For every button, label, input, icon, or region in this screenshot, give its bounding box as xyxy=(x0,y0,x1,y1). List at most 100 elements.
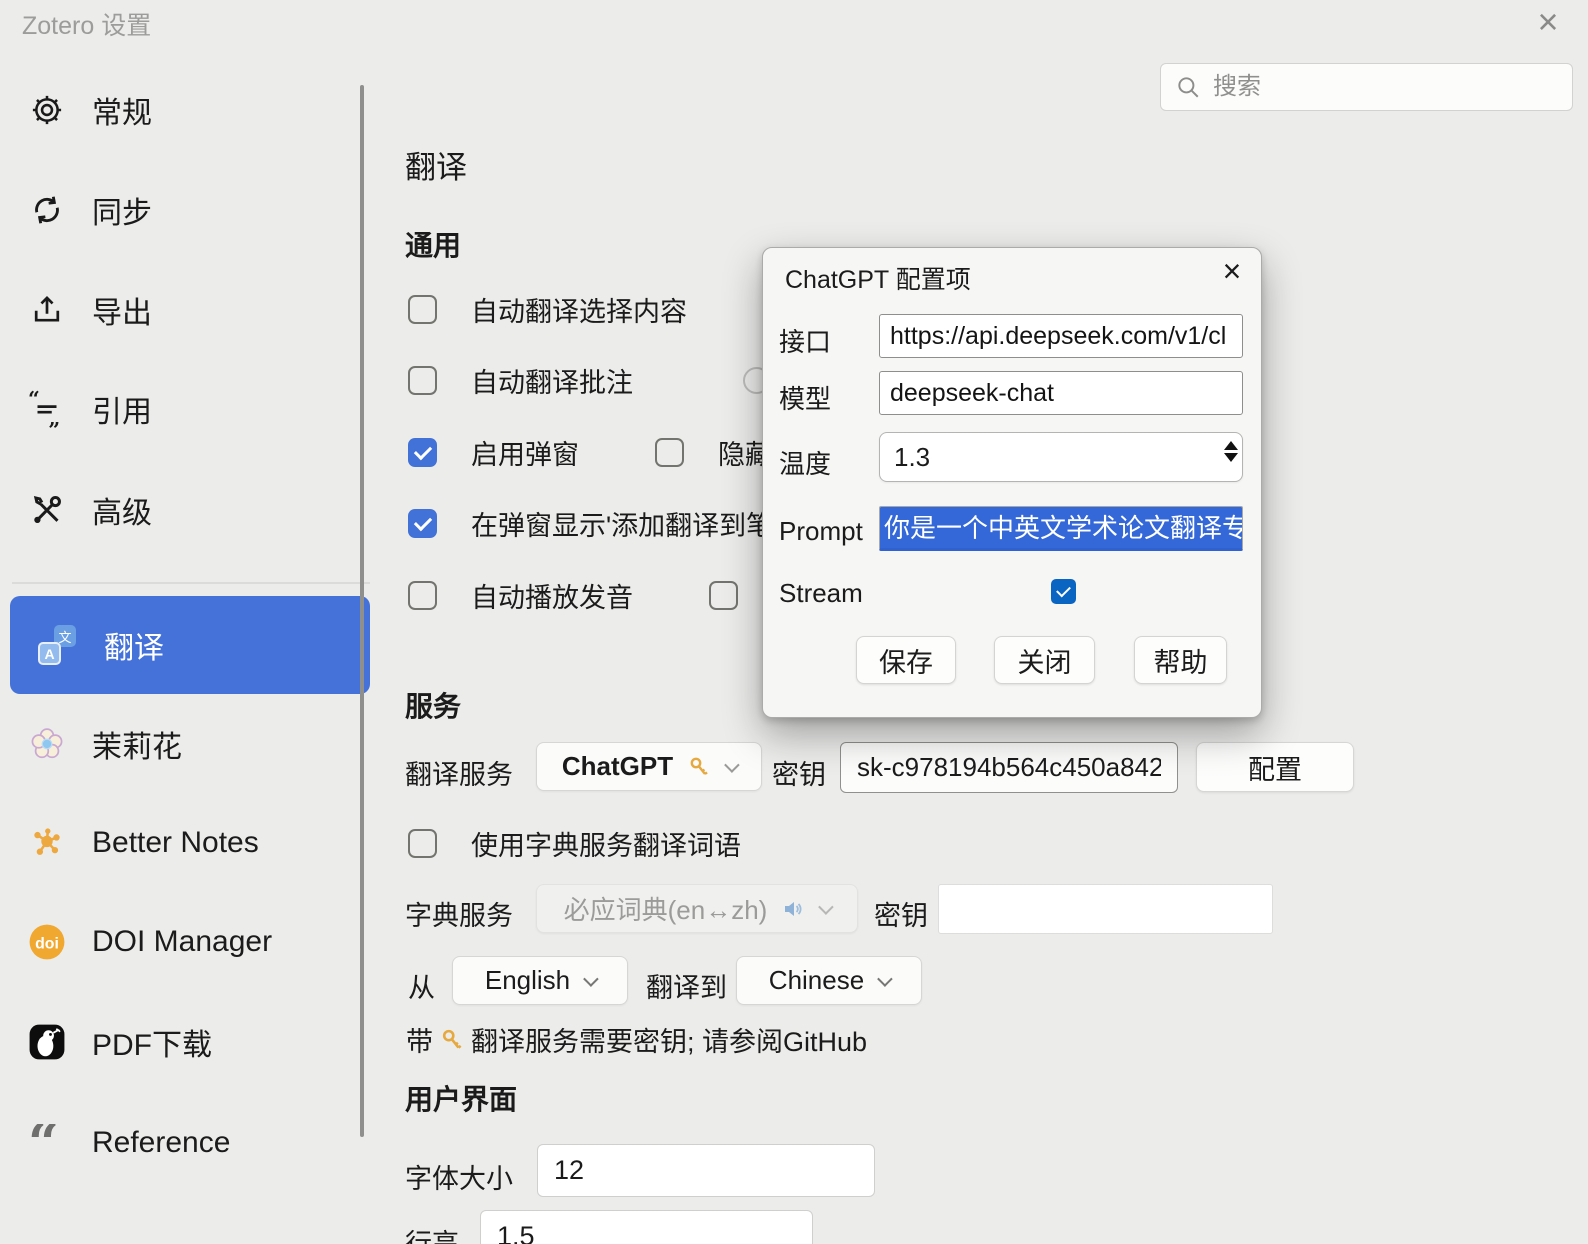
font-size-input[interactable] xyxy=(537,1144,875,1197)
sidebar-item-sync[interactable]: 同步 xyxy=(28,178,358,242)
sidebar-item-doi-manager[interactable]: doi DOI Manager xyxy=(28,910,358,974)
auto-translate-annotation-checkbox[interactable] xyxy=(408,366,437,395)
temperature-input[interactable]: 1.3 xyxy=(879,432,1243,482)
checkbox-label: 自动翻译选择内容 xyxy=(471,290,687,329)
spinner-arrows[interactable] xyxy=(1224,441,1238,462)
checkbox-label: 在弹窗显示'添加翻译到笔记 xyxy=(471,504,800,543)
sidebar-item-label: 导出 xyxy=(92,288,152,332)
to-language-dropdown[interactable]: Chinese xyxy=(736,956,922,1005)
model-label: 模型 xyxy=(779,379,831,416)
better-notes-icon xyxy=(28,824,66,862)
sidebar-item-label: 同步 xyxy=(92,188,152,232)
section-service: 服务 xyxy=(405,685,461,725)
close-button-label: 关闭 xyxy=(1018,641,1072,680)
auto-play-audio-checkbox[interactable] xyxy=(408,581,437,610)
popup-add-note-checkbox[interactable] xyxy=(408,509,437,538)
gear-icon xyxy=(28,91,66,129)
from-label: 从 xyxy=(408,966,435,1005)
popup-mid-checkbox[interactable] xyxy=(709,581,738,610)
config-button[interactable]: 配置 xyxy=(1196,742,1354,792)
config-button-label: 配置 xyxy=(1248,748,1302,787)
use-dict-service-checkbox[interactable] xyxy=(408,829,437,858)
sidebar-item-jasmine[interactable]: 茉莉花 xyxy=(28,712,358,776)
to-language-value: Chinese xyxy=(769,965,864,996)
sidebar-item-cite[interactable]: “„ 引用 xyxy=(28,377,358,441)
penguin-icon xyxy=(28,1023,66,1061)
service-key-note: 带 翻译服务需要密钥; 请参阅GitHub xyxy=(406,1020,867,1059)
row-popup-add-note: 在弹窗显示'添加翻译到笔记 xyxy=(408,504,800,543)
from-language-dropdown[interactable]: English xyxy=(452,956,628,1005)
search-box[interactable] xyxy=(1160,63,1573,111)
dict-service-dropdown[interactable]: 必应词典(en↔zh) xyxy=(536,884,858,933)
search-icon xyxy=(1175,74,1201,100)
api-endpoint-input[interactable] xyxy=(879,314,1243,358)
checkbox-label: 启用弹窗 xyxy=(471,433,579,472)
sidebar-item-label: 引用 xyxy=(92,387,152,431)
temperature-label: 温度 xyxy=(779,444,831,481)
service-label: 翻译服务 xyxy=(405,753,513,792)
zotero-settings-window: Zotero 设置 × 常规 同步 导出 “„ 引用 xyxy=(0,0,1588,1244)
row-use-dict-service: 使用字典服务翻译词语 xyxy=(408,824,741,863)
sidebar-item-advanced[interactable]: 高级 xyxy=(28,478,358,542)
help-button[interactable]: 帮助 xyxy=(1134,636,1227,684)
chatgpt-config-dialog: ChatGPT 配置项 × 接口 模型 温度 1.3 Prompt 你是一个中英… xyxy=(762,247,1262,718)
sidebar-item-better-notes[interactable]: Better Notes xyxy=(28,811,358,875)
sidebar-item-reference[interactable]: “ Reference xyxy=(28,1111,358,1175)
sidebar-item-label: 高级 xyxy=(92,488,152,532)
stream-checkbox[interactable] xyxy=(1051,579,1076,604)
secret-key-input[interactable] xyxy=(840,742,1178,793)
sidebar-item-label: 常规 xyxy=(92,88,152,132)
sidebar-scrollbar[interactable] xyxy=(360,85,364,1137)
api-label: 接口 xyxy=(779,322,831,359)
checkbox-label: 自动翻译批注 xyxy=(471,361,633,400)
svg-text:“: “ xyxy=(28,1124,59,1162)
jasmine-flower-icon xyxy=(28,725,66,763)
doi-icon: doi xyxy=(28,923,66,961)
translate-service-dropdown[interactable]: ChatGPT xyxy=(536,742,762,791)
sidebar-item-label: 茉莉花 xyxy=(92,722,182,766)
model-input[interactable] xyxy=(879,371,1243,415)
spinner-down-icon[interactable] xyxy=(1224,453,1238,462)
chevron-down-icon xyxy=(583,971,599,987)
save-button[interactable]: 保存 xyxy=(856,636,956,684)
dialog-close-icon[interactable]: × xyxy=(1211,250,1253,292)
export-icon xyxy=(28,291,66,329)
sidebar-item-pdf-download[interactable]: PDF下载 xyxy=(28,1010,358,1074)
save-button-label: 保存 xyxy=(879,641,933,680)
section-ui: 用户界面 xyxy=(405,1078,517,1118)
key-icon xyxy=(439,1027,465,1053)
sidebar-item-label: PDF下载 xyxy=(92,1020,212,1064)
window-title: Zotero 设置 xyxy=(22,6,151,42)
sidebar-item-general[interactable]: 常规 xyxy=(28,78,358,142)
from-language-value: English xyxy=(485,965,570,996)
sidebar-item-label: Better Notes xyxy=(92,826,259,860)
svg-text:„: „ xyxy=(49,406,61,428)
search-input[interactable] xyxy=(1211,72,1558,102)
close-button[interactable]: 关闭 xyxy=(994,636,1095,684)
sidebar-item-label: Reference xyxy=(92,1126,230,1160)
line-height-input[interactable] xyxy=(480,1210,813,1244)
chevron-down-icon xyxy=(877,971,893,987)
dict-service-value: 必应词典(en↔zh) xyxy=(564,890,768,927)
section-general: 通用 xyxy=(405,224,461,264)
sync-icon xyxy=(28,191,66,229)
svg-text:doi: doi xyxy=(35,935,59,952)
row-auto-translate-selection: 自动翻译选择内容 xyxy=(408,290,687,329)
hide-popup-checkbox[interactable] xyxy=(655,438,684,467)
to-label: 翻译到 xyxy=(646,966,727,1005)
sidebar-item-export[interactable]: 导出 xyxy=(28,278,358,342)
cite-icon: “„ xyxy=(28,390,66,428)
dict-service-label: 字典服务 xyxy=(405,894,513,933)
enable-popup-checkbox[interactable] xyxy=(408,438,437,467)
temperature-value: 1.3 xyxy=(894,442,930,473)
sidebar-item-translate[interactable]: 文A 翻译 xyxy=(10,596,370,694)
dict-secret-input[interactable] xyxy=(938,884,1273,934)
window-close-icon[interactable]: × xyxy=(1526,0,1570,44)
prompt-input[interactable]: 你是一个中英文学术论文翻译专 xyxy=(879,506,1243,551)
auto-translate-selection-checkbox[interactable] xyxy=(408,295,437,324)
sidebar-item-label: 翻译 xyxy=(104,623,164,667)
chevron-down-icon xyxy=(724,757,740,773)
spinner-up-icon[interactable] xyxy=(1224,441,1238,450)
translate-service-value: ChatGPT xyxy=(562,751,673,782)
dict-secret-label: 密钥 xyxy=(874,894,928,933)
